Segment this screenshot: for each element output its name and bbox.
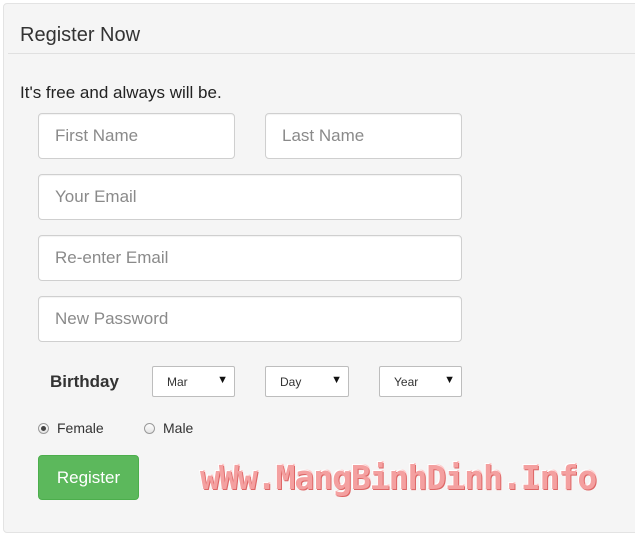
- female-label: Female: [57, 420, 104, 436]
- panel-title: Register Now: [20, 24, 141, 46]
- gender-option-female[interactable]: Female: [38, 420, 104, 436]
- register-button[interactable]: Register: [38, 455, 139, 500]
- email-input[interactable]: [38, 174, 462, 220]
- password-input[interactable]: [38, 296, 462, 342]
- birthday-label: Birthday: [50, 372, 119, 391]
- watermark-text: wWw.MangBinhDinh.Info: [200, 458, 597, 497]
- first-name-input[interactable]: [38, 113, 235, 159]
- male-label: Male: [163, 420, 194, 436]
- year-select[interactable]: Year ▼: [379, 366, 462, 397]
- caret-down-icon: ▼: [217, 374, 228, 386]
- reenter-email-input[interactable]: [38, 235, 462, 281]
- male-radio[interactable]: [144, 422, 155, 434]
- female-radio[interactable]: [38, 422, 49, 434]
- tagline: It's free and always will be.: [20, 83, 222, 102]
- last-name-input[interactable]: [265, 113, 462, 159]
- day-select-value: Day: [280, 375, 302, 389]
- panel-divider: [8, 53, 635, 54]
- month-select[interactable]: Mar ▼: [152, 366, 235, 397]
- month-select-value: Mar: [167, 375, 188, 389]
- year-select-value: Year: [394, 375, 419, 389]
- caret-down-icon: ▼: [331, 374, 342, 386]
- caret-down-icon: ▼: [444, 374, 455, 386]
- day-select[interactable]: Day ▼: [265, 366, 349, 397]
- gender-option-male[interactable]: Male: [144, 420, 193, 436]
